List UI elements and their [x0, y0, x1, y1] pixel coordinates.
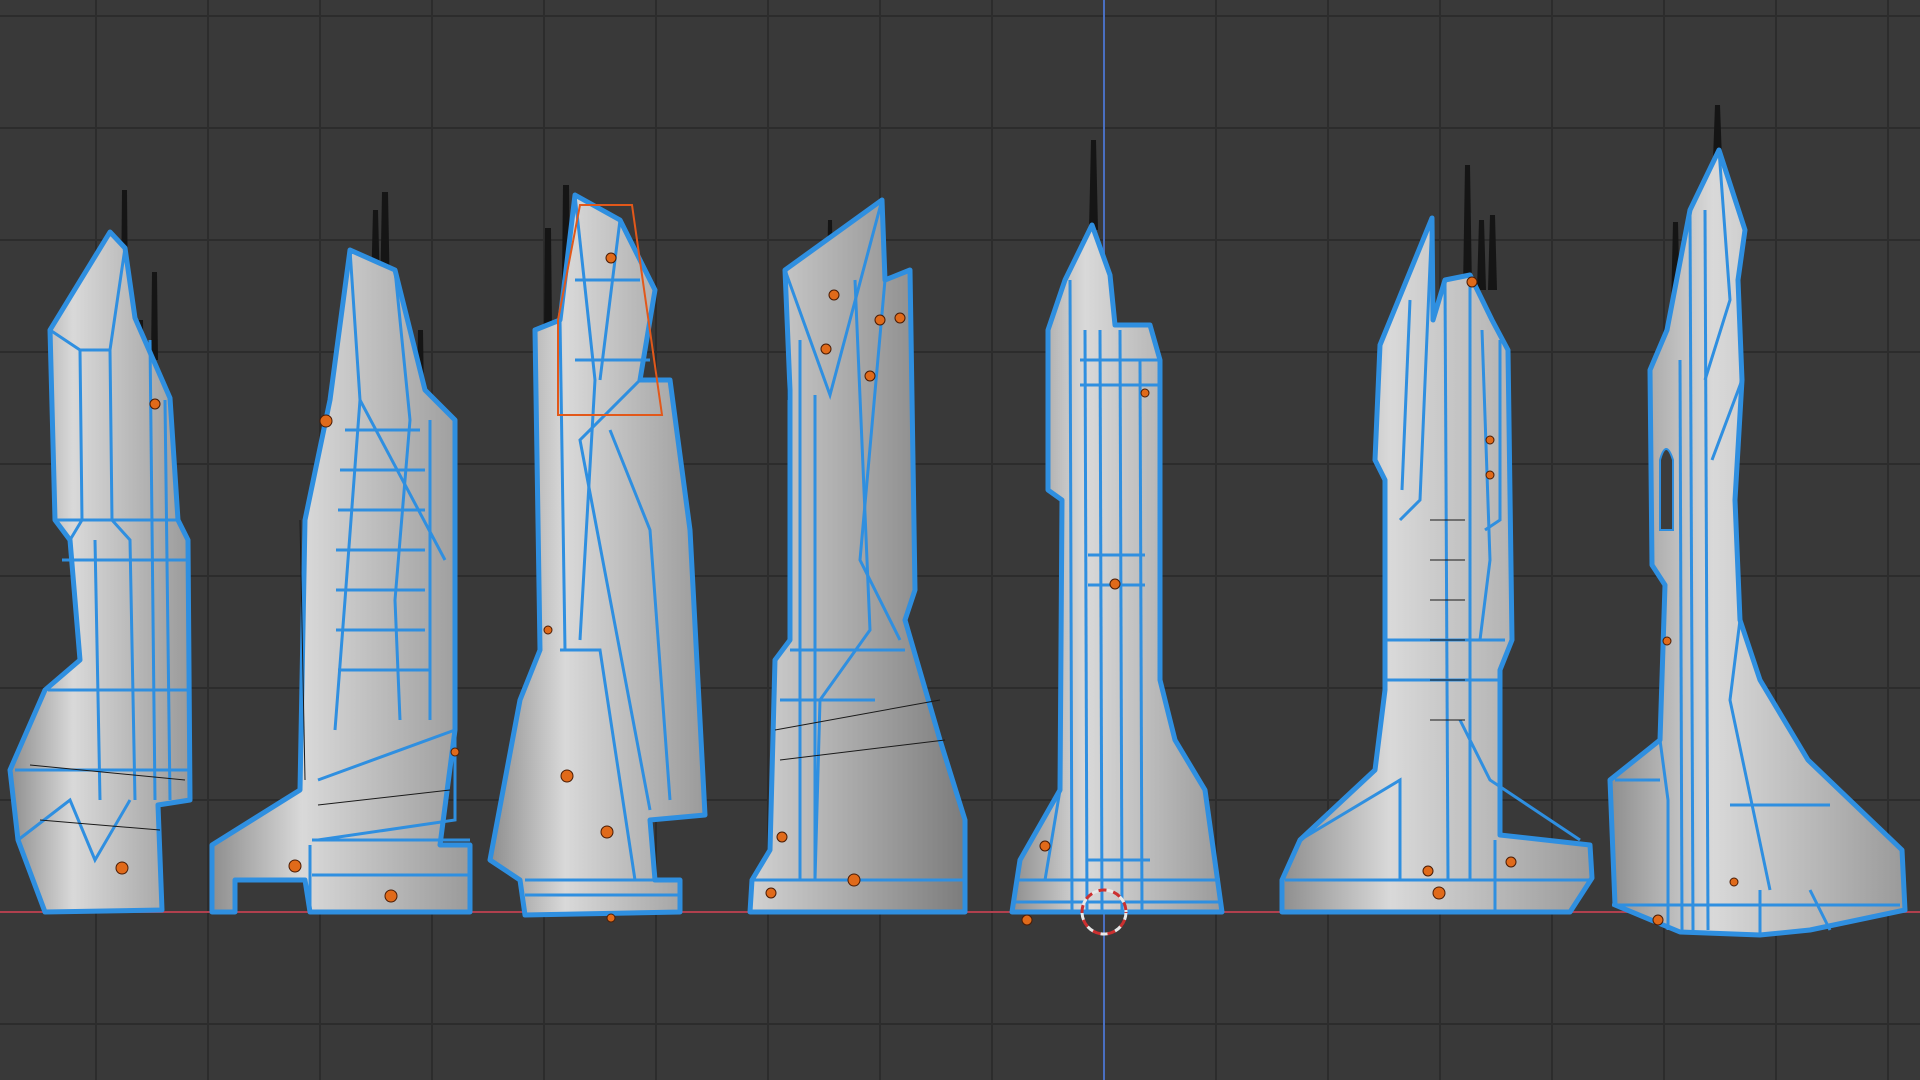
viewport-grid: [0, 0, 1920, 1080]
tower-body: [1607, 147, 1908, 938]
tower-body: [7, 229, 193, 915]
spire: [1089, 140, 1098, 230]
tower-1[interactable]: [7, 190, 193, 915]
tower-5[interactable]: [1009, 140, 1225, 936]
window-arch: [1659, 448, 1674, 531]
spire: [1463, 165, 1497, 290]
tower-4[interactable]: [747, 197, 968, 915]
3d-viewport[interactable]: [0, 0, 1920, 1080]
viewport-canvas[interactable]: [0, 0, 1920, 1080]
tower-3[interactable]: [487, 185, 708, 923]
tower-body: [1009, 222, 1225, 915]
tower-7[interactable]: [1607, 105, 1908, 938]
tower-body: [487, 192, 708, 918]
